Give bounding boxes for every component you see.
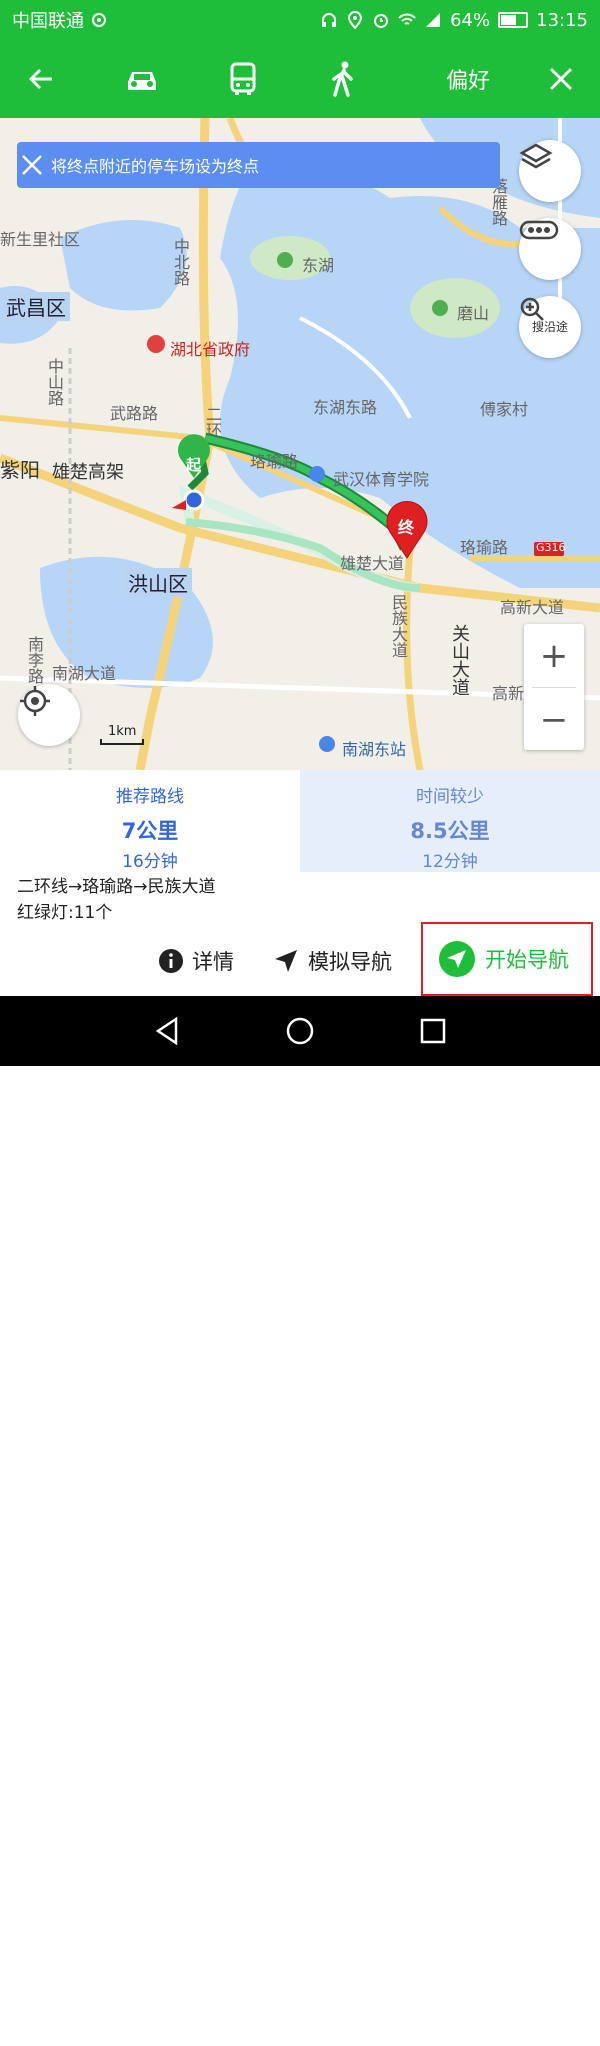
area-label-xinshengli: 新生里社区 xyxy=(0,230,81,249)
road-label-xiongchu-gaojia: 雄楚高架 xyxy=(52,462,124,483)
route-duration: 12分钟 xyxy=(422,852,478,872)
traffic-lights-text: 红绿灯:11个 xyxy=(17,903,113,923)
map-scale: 1km xyxy=(100,724,144,745)
road-label-luoyu: 珞瑜路 xyxy=(250,452,299,471)
poi-label-donghu[interactable]: 东湖 xyxy=(302,252,334,276)
bus-icon xyxy=(230,62,256,95)
alarm-icon xyxy=(374,14,389,28)
scale-bar xyxy=(100,739,144,745)
info-icon xyxy=(159,949,183,973)
road-label-wuluo: 武路路 xyxy=(110,404,159,423)
route-path-text: 二环线→珞瑜路→民族大道 xyxy=(17,877,216,897)
route-toolbar: 偏好 xyxy=(0,40,600,118)
simulate-label: 模拟导航 xyxy=(308,950,392,974)
road-label-nanhu: 南湖大道 xyxy=(52,664,117,683)
search-plus-icon xyxy=(520,297,544,321)
start-navigation-button[interactable]: 开始导航 xyxy=(421,922,593,996)
back-arrow-icon xyxy=(28,68,52,90)
parking-suggestion-banner[interactable]: 将终点附近的停车场设为终点 xyxy=(17,142,500,188)
watermark: Bai du 经验 jingyan.baidu.com xyxy=(456,1999,586,2046)
road-label-erhuan: 二环 xyxy=(203,406,222,438)
sync-icon xyxy=(92,13,106,27)
battery-icon xyxy=(498,12,529,28)
navigation-arrow-icon xyxy=(275,950,297,972)
preference-button[interactable]: 偏好 xyxy=(440,40,496,118)
road-label-donghu-east: 东湖东路 xyxy=(313,398,378,417)
poi-label-moshan[interactable]: 磨山 xyxy=(457,300,489,324)
map-view[interactable]: 东湖 磨山 湖北省政府 武汉体育学院 南湖东站 东湖东路 傅家村 落雁路 新生里… xyxy=(0,118,600,770)
signal-4g-icon xyxy=(426,13,441,27)
route-description: 二环线→珞瑜路→民族大道 红绿灯:11个 xyxy=(17,874,216,926)
route-distance: 7公里 xyxy=(121,819,179,843)
poi-label-sport-college[interactable]: 武汉体育学院 xyxy=(333,466,429,490)
car-icon xyxy=(128,72,156,90)
zoom-in-button[interactable]: + xyxy=(524,624,584,687)
back-button[interactable] xyxy=(20,40,62,118)
close-button[interactable] xyxy=(544,40,578,118)
road-label-nanli: 南李路 xyxy=(25,636,44,684)
start-navigation-icon xyxy=(439,941,475,977)
route-distance: 8.5公里 xyxy=(410,819,490,843)
poi-label-hubei-gov[interactable]: 湖北省政府 xyxy=(170,336,250,360)
road-label-luoyu-east: 珞瑜路 xyxy=(460,538,509,557)
walk-icon xyxy=(332,61,353,97)
road-label-zhongshan: 中山路 xyxy=(45,358,64,406)
home-circle-icon[interactable] xyxy=(285,1016,315,1046)
highway-shield-g316: G316 xyxy=(536,541,566,554)
minus-icon: − xyxy=(539,699,569,740)
area-label-fujiacun: 傅家村 xyxy=(480,400,529,419)
route-title: 推荐路线 xyxy=(116,787,184,807)
district-label-hongshan: 洪山区 xyxy=(124,568,192,597)
route-panel: 推荐路线 7公里 16分钟 时间较少 8.5公里 12分钟 二环线→珞瑜路→民族… xyxy=(0,770,600,996)
route-title: 时间较少 xyxy=(416,787,484,807)
road-label-guanshan: 关山大道 xyxy=(449,624,470,696)
scale-label: 1km xyxy=(108,724,137,739)
banner-text: 将终点附近的停车场设为终点 xyxy=(51,157,260,176)
road-label-zhongbei: 中北路 xyxy=(171,238,190,286)
route-duration: 16分钟 xyxy=(122,852,178,872)
carrier-label: 中国联通 xyxy=(12,11,84,32)
road-label-xiongchu-dadao: 雄楚大道 xyxy=(340,554,405,573)
plus-icon: + xyxy=(539,635,569,676)
layers-icon xyxy=(519,143,553,169)
search-along-button[interactable]: 搜沿途 xyxy=(519,296,581,358)
zoom-controls: + − xyxy=(524,624,584,750)
watermark-brand: Bai du 经验 xyxy=(456,2005,586,2030)
locate-button[interactable] xyxy=(18,684,80,746)
layers-button[interactable] xyxy=(519,140,581,202)
wifi-icon xyxy=(398,13,416,25)
mode-car-button[interactable] xyxy=(120,40,164,118)
road-label-gaoxin: 高新大道 xyxy=(500,598,565,617)
mode-bus-button[interactable] xyxy=(222,40,264,118)
poi-label-nanhu-station[interactable]: 南湖东站 xyxy=(342,736,406,760)
battery-percent: 64% xyxy=(450,9,491,31)
route-option-recommended[interactable]: 推荐路线 7公里 16分钟 xyxy=(0,770,300,872)
system-nav-bar: Bai du 经验 jingyan.baidu.com xyxy=(0,996,600,2046)
close-icon xyxy=(549,67,573,91)
headphones-icon xyxy=(322,13,337,27)
details-button[interactable]: 详情 xyxy=(158,938,234,984)
back-triangle-icon[interactable] xyxy=(152,1016,182,1046)
route-option-faster[interactable]: 时间较少 8.5公里 12分钟 xyxy=(300,770,600,872)
district-label-wuchang: 武昌区 xyxy=(2,292,70,321)
start-label: 开始导航 xyxy=(485,948,569,972)
traffic-button[interactable] xyxy=(519,218,581,280)
traffic-icon xyxy=(519,220,559,240)
clock: 13:15 xyxy=(536,9,588,31)
simulate-navigation-button[interactable]: 模拟导航 xyxy=(272,938,392,984)
details-label: 详情 xyxy=(192,950,234,974)
zoom-out-button[interactable]: − xyxy=(524,688,584,751)
road-label-minzu: 民族大道 xyxy=(389,594,408,658)
banner-close-icon[interactable] xyxy=(17,150,47,180)
location-icon xyxy=(348,11,363,29)
end-marker-label[interactable]: 终 xyxy=(398,514,414,538)
locate-icon xyxy=(20,686,50,716)
area-label-ziyang: 紫阳 xyxy=(0,458,40,482)
start-marker-label[interactable]: 起 xyxy=(186,454,201,475)
mode-walk-button[interactable] xyxy=(326,40,360,118)
status-bar: 中国联通 64% 13:15 xyxy=(0,0,600,40)
watermark-url: jingyan.baidu.com xyxy=(466,2031,586,2046)
recents-square-icon[interactable] xyxy=(418,1016,448,1046)
